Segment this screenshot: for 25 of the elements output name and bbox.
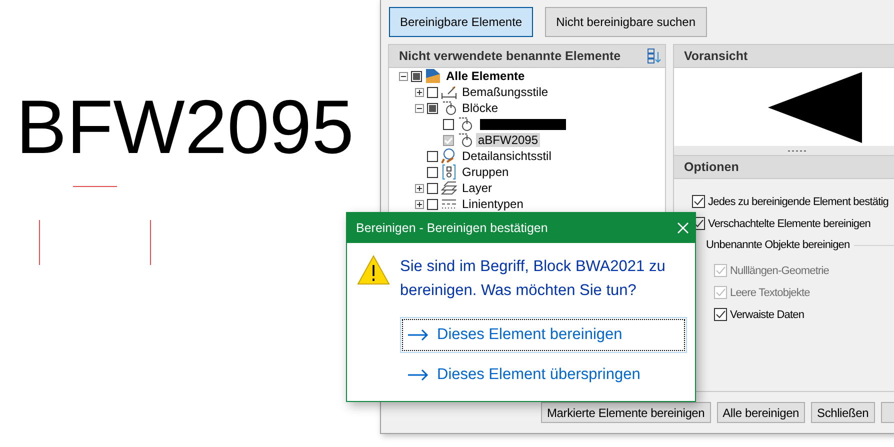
tree-item[interactable]: Blöcke [460,101,500,115]
action-button[interactable]: Schließen [811,402,875,423]
checkbox-label[interactable]: Verschachtelte Elemente bereinigen [708,218,871,230]
tree-item[interactable]: Linientypen [460,197,526,211]
tree-item[interactable]: aBFW2095 [476,133,540,147]
tree-item[interactable]: Layer [460,181,494,195]
tree-item[interactable]: Gruppen [460,165,511,179]
action-button[interactable]: Markierte Elemente bereinigen [541,402,711,423]
toggle-button[interactable]: Nicht bereinigbare suchen [545,7,706,37]
action-button[interactable]: Alle bereinigen [716,402,806,423]
command-link[interactable]: Dieses Element überspringen [400,357,687,393]
checkbox-label[interactable]: Verwaiste Daten [730,308,804,320]
tree-item[interactable]: Bemaßungsstile [460,85,550,99]
panel-title: Nicht verwendete benannte Elemente [399,49,621,63]
group-label: Unbenannte Objekte bereinigen [706,239,850,251]
command-link[interactable]: Dieses Element bereinigen [400,317,687,353]
panel-title: Optionen [684,160,739,174]
checkbox-label[interactable]: Jedes zu bereinigende Element bestätig [708,196,888,208]
tree-item[interactable]: Alle Elemente [444,69,527,83]
drawing-text: BFW2095 [16,90,354,166]
dialog-message: Sie sind im Begriff, Block BWA2021 zu bereinigen. Was möchten Sie tun? [400,257,666,301]
panel-title: Voransicht [684,49,748,63]
toggle-button[interactable]: Bereinigbare Elemente [389,7,534,37]
dialog-title: Bereinigen - Bereinigen bestätigen [356,221,548,235]
tree-item[interactable]: Detailansichtsstil [460,149,554,163]
